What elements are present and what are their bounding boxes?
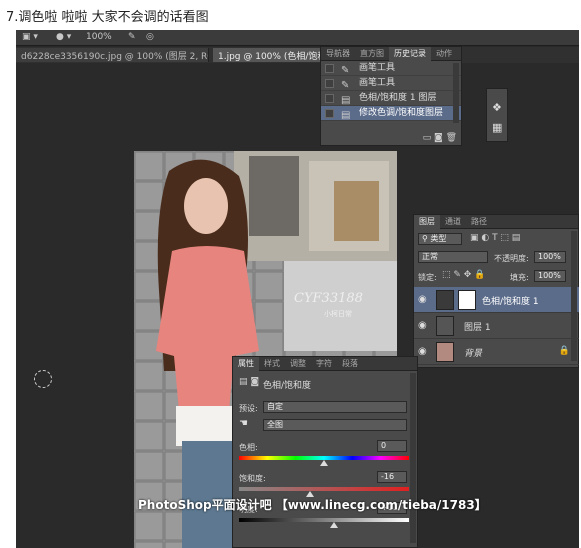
lightness-slider-track[interactable] [239, 518, 409, 522]
photoshop-window: ▣ ▾ ● ▾ 100% ✎ ◎ d6228ce3356190c.jpg @ 1… [16, 30, 579, 548]
filter-icons[interactable]: ▣ ◐ T ⬚ ▤ [470, 233, 520, 243]
history-footer-icons: ▭ ◙ 🗑 [423, 133, 457, 143]
layer-row[interactable]: ◉ 图层 1 [414, 313, 579, 339]
history-item[interactable]: ✎ 画笔工具 [321, 61, 461, 76]
mini-dock: ❖ ▦ [486, 88, 508, 142]
tab-adjustments[interactable]: 调整 [285, 357, 311, 371]
tab-properties[interactable]: 属性 [233, 357, 259, 371]
hue-slider-knob[interactable] [320, 460, 328, 466]
pressure-icon[interactable]: ◎ [146, 32, 154, 42]
history-panel: 导航器 直方图 历史记录 动作 ✎ 画笔工具 ✎ 画笔工具 ▤ 色相/饱和度 1 图层 ▤ 修… [320, 46, 462, 146]
doc-tab-2[interactable]: 1.jpg @ 100% (色相/饱和度 [213, 48, 323, 62]
lock-label: 锁定: [418, 273, 437, 282]
saturation-label: 饱和度: [239, 474, 266, 483]
visibility-eye-icon[interactable]: ◉ [418, 294, 427, 305]
channel-select[interactable]: 全图 [263, 419, 407, 431]
brush-cursor [34, 370, 52, 388]
zoom-field[interactable]: 100% [86, 32, 112, 42]
properties-panel: 属性 样式 调整 字符 段落 ▤ ◙ 色相/饱和度 预设: 自定 ☚ 全图 色相: 0 … [232, 356, 418, 548]
hue-input[interactable]: 0 [377, 440, 407, 452]
hue-label: 色相: [239, 443, 258, 452]
properties-scrollbar[interactable] [410, 373, 416, 543]
layer-filter-select[interactable]: ⚲ 类型 [418, 233, 462, 245]
layer-mask-thumb[interactable] [458, 290, 476, 310]
history-item[interactable]: ✎ 画笔工具 [321, 76, 461, 91]
properties-title: 色相/饱和度 [263, 381, 312, 391]
trash-icon[interactable]: 🗑 [446, 133, 457, 143]
options-bar: ▣ ▾ ● ▾ 100% ✎ ◎ [16, 30, 579, 46]
properties-tabs: 属性 样式 调整 字符 段落 [233, 357, 417, 371]
targeted-adjust-hand-icon[interactable]: ☚ [239, 418, 248, 429]
tab-character[interactable]: 字符 [311, 357, 337, 371]
tab-navigator[interactable]: 导航器 [321, 47, 355, 61]
tab-histogram[interactable]: 直方图 [355, 47, 389, 61]
preset-select[interactable]: 自定 [263, 401, 407, 413]
snapshot-checkbox[interactable] [325, 79, 334, 88]
tab-channels[interactable]: 通道 [440, 215, 466, 229]
tab-paragraph[interactable]: 段落 [337, 357, 363, 371]
hue-sat-icon: ▤ ◙ [239, 377, 260, 387]
history-item-label: 画笔工具 [359, 78, 396, 88]
layers-panel: 图层 通道 路径 ⚲ 类型 ▣ ◐ T ⬚ ▤ 正常 不透明度: 100% 锁定: … [413, 214, 579, 368]
document-icon: ▤ [341, 110, 351, 121]
history-item-selected[interactable]: ▤ 修改色调/饱和度图层 [321, 106, 461, 121]
history-item-label: 画笔工具 [359, 63, 396, 73]
doc-tab-1[interactable]: d6228ce3356190c.jpg @ 100% (图层 2, RGB/8#… [16, 48, 209, 62]
layer-name: 图层 1 [464, 323, 491, 333]
tab-styles[interactable]: 样式 [259, 357, 285, 371]
canvas-sub: 小柯日常 [324, 310, 352, 318]
new-document-icon[interactable]: ▭ [423, 133, 432, 143]
history-tabs: 导航器 直方图 历史记录 动作 [321, 47, 461, 61]
lightness-slider-knob[interactable] [330, 522, 338, 528]
brush-size-icon[interactable]: ● ▾ [56, 32, 71, 42]
saturation-slider-track[interactable] [239, 487, 409, 491]
tab-actions[interactable]: 动作 [431, 47, 457, 61]
fill-label: 填充: [510, 273, 529, 282]
layer-row[interactable]: ◉ 背景 🔒 [414, 339, 579, 365]
history-item-label: 修改色调/饱和度图层 [359, 108, 444, 118]
snapshot-checkbox[interactable] [325, 94, 334, 103]
history-item-label: 色相/饱和度 1 图层 [359, 93, 437, 103]
layer-name: 色相/饱和度 1 [482, 297, 539, 307]
tab-layers[interactable]: 图层 [414, 215, 440, 229]
snapshot-checkbox[interactable] [325, 64, 334, 73]
layer-name: 背景 [464, 349, 483, 359]
tab-paths[interactable]: 路径 [466, 215, 492, 229]
post-heading: 7.调色啦 啦啦 大家不会调的话看图 [6, 10, 209, 25]
fill-input[interactable]: 100% [534, 270, 566, 282]
layer-thumb [436, 316, 454, 336]
adjustments-icon[interactable]: ❖ [492, 101, 502, 114]
camera-icon[interactable]: ◙ [434, 133, 443, 143]
history-item[interactable]: ▤ 色相/饱和度 1 图层 [321, 91, 461, 106]
tool-preset-icon[interactable]: ▣ ▾ [22, 32, 38, 42]
lock-icons[interactable]: ⬚ ✎ ✥ 🔒 [442, 270, 485, 280]
history-scrollbar[interactable] [453, 63, 459, 123]
opacity-input[interactable]: 100% [534, 251, 566, 263]
adjustment-layer-icon [436, 290, 454, 310]
opacity-label: 不透明度: [494, 254, 529, 263]
layers-tabs: 图层 通道 路径 [414, 215, 578, 229]
layers-scrollbar[interactable] [571, 231, 577, 361]
grid-icon[interactable]: ▦ [492, 121, 502, 134]
visibility-eye-icon[interactable]: ◉ [418, 346, 427, 357]
layer-row[interactable]: ◉ 色相/饱和度 1 [414, 287, 579, 313]
snapshot-checkbox[interactable] [325, 109, 334, 118]
lock-icon: 🔒 [558, 346, 570, 356]
preset-label: 预设: [239, 404, 258, 413]
watermark-text: PhotoShop平面设计吧 【www.linecg.com/tieba/178… [138, 498, 487, 512]
tab-history[interactable]: 历史记录 [389, 47, 431, 61]
visibility-eye-icon[interactable]: ◉ [418, 320, 427, 331]
filter-label: 类型 [430, 234, 447, 243]
saturation-input[interactable]: -16 [377, 471, 407, 483]
layer-list: ◉ 色相/饱和度 1 ◉ 图层 1 ◉ 背景 🔒 [414, 287, 579, 365]
document-tabs: d6228ce3356190c.jpg @ 100% (图层 2, RGB/8#… [16, 47, 579, 63]
blend-mode-select[interactable]: 正常 [418, 251, 488, 263]
layer-thumb [436, 342, 454, 362]
airbrush-icon[interactable]: ✎ [128, 32, 136, 42]
canvas-signature: CYF33188 [294, 291, 363, 306]
